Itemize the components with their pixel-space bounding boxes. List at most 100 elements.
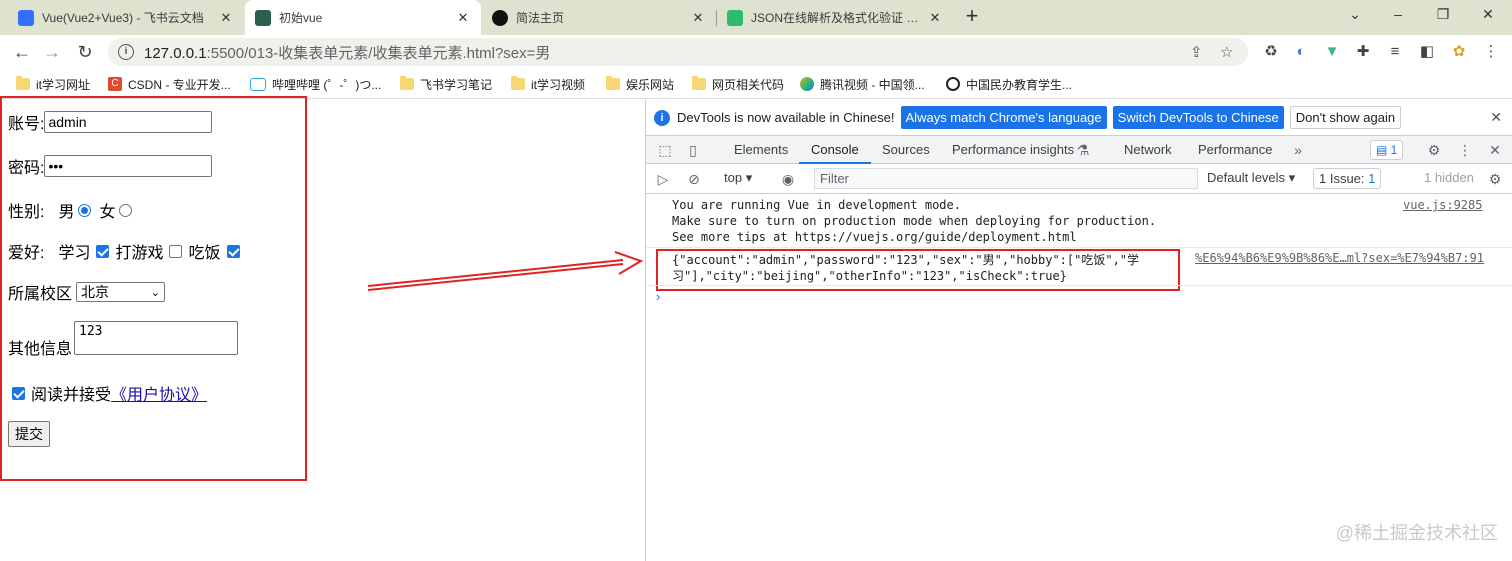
hobby-game-label: 打游戏	[115, 245, 164, 262]
submit-button[interactable]: 提交	[8, 421, 50, 447]
agree-row: 阅读并接受 《用户协议》	[8, 381, 207, 405]
tab-feishu[interactable]: Vue(Vue2+Vue3) - 飞书云文档 ✕	[8, 0, 244, 35]
bookmark-star-icon[interactable]: ☆	[1220, 43, 1233, 61]
campus-row: 所属校区 北京 ⌄	[8, 280, 166, 304]
folder-icon	[400, 76, 414, 90]
bookmark-item[interactable]: 飞书学习笔记	[400, 75, 492, 93]
bookmark-item[interactable]: it学习视频	[511, 75, 585, 93]
source-link[interactable]: vue.js:9285	[1403, 198, 1482, 212]
console-settings-gear-icon[interactable]: ⚙	[1486, 170, 1504, 188]
source-link[interactable]: %E6%94%B6%E9%9B%86%E…ml?sex=%E7%94%B7:91	[1195, 251, 1484, 265]
reload-button[interactable]: ↻	[73, 41, 97, 63]
bookmark-item[interactable]: 网页相关代码	[692, 75, 784, 93]
vue-devtools-icon[interactable]: ▼	[1323, 43, 1341, 61]
console-prompt[interactable]: ›	[656, 289, 660, 304]
bilibili-icon	[250, 77, 266, 91]
hobby-study-checkbox[interactable]	[96, 244, 110, 258]
extension-icon[interactable]: ◐	[1292, 43, 1310, 61]
tab-console[interactable]: Console	[799, 136, 871, 164]
tab-json[interactable]: JSON在线解析及格式化验证 - JS ✕	[717, 0, 953, 35]
close-icon[interactable]: ✕	[1490, 109, 1502, 126]
more-tabs-icon[interactable]: »	[1289, 141, 1307, 159]
side-panel-icon[interactable]: ◧	[1418, 43, 1436, 61]
tab-search-icon[interactable]: ⌄	[1340, 6, 1370, 28]
url-path: :5500/013-收集表单元素/收集表单元素.html?sex=男	[206, 44, 551, 62]
inspect-element-icon[interactable]: ⬚	[656, 141, 674, 159]
puzzle-extensions-icon[interactable]: ✚	[1354, 43, 1372, 61]
eye-icon[interactable]: ◉	[779, 170, 797, 188]
new-tab-button[interactable]: +	[960, 5, 984, 29]
site-info-icon[interactable]: i	[118, 44, 134, 60]
tab-performance[interactable]: Performance	[1198, 136, 1272, 164]
tab-elements[interactable]: Elements	[734, 136, 788, 164]
csdn-icon: C	[108, 77, 122, 91]
campus-select[interactable]: 北京 ⌄	[76, 282, 166, 302]
recycle-extension-icon[interactable]: ♻	[1262, 43, 1280, 61]
menu-kebab-icon[interactable]: ⋮	[1482, 43, 1500, 61]
tab-jianfa[interactable]: 简法主页 ✕	[482, 0, 716, 35]
tab-performance-insights[interactable]: Performance insights	[952, 136, 1074, 164]
maximize-button[interactable]: ❐	[1428, 6, 1458, 28]
hobby-game-checkbox[interactable]	[169, 244, 183, 258]
bookmark-label: 哔哩哔哩 (゜-゜)つ...	[272, 77, 382, 92]
minimize-button[interactable]: –	[1383, 6, 1413, 28]
submit-row: 提交	[8, 421, 50, 447]
agree-checkbox[interactable]	[12, 386, 25, 400]
messages-badge[interactable]: ▤ 1	[1370, 140, 1404, 160]
close-icon[interactable]: ✕	[455, 10, 471, 26]
always-match-language-button[interactable]: Always match Chrome's language	[900, 106, 1107, 129]
bookmark-item[interactable]: 中国民办教育学生...	[946, 75, 1072, 93]
account-input[interactable]: admin	[44, 111, 213, 133]
tab-init-vue[interactable]: 初始vue ✕	[245, 0, 481, 35]
switch-to-chinese-button[interactable]: Switch DevTools to Chinese	[1112, 106, 1284, 129]
log-line: See more tips at https://vuejs.org/guide…	[672, 230, 1077, 244]
bookmark-label: 飞书学习笔记	[420, 77, 493, 92]
context-select[interactable]: top ▾	[724, 170, 752, 186]
password-input[interactable]: •••	[44, 155, 213, 177]
close-icon[interactable]: ✕	[218, 10, 234, 26]
infobar-message: DevTools is now available in Chinese!	[677, 110, 895, 125]
female-radio[interactable]	[119, 203, 133, 217]
bookmark-item[interactable]: 娱乐网站	[606, 75, 674, 93]
close-icon[interactable]: ✕	[690, 10, 706, 26]
other-info-textarea[interactable]: 123	[74, 321, 239, 355]
sidebar-toggle-icon[interactable]: ▷	[654, 170, 672, 188]
other-info-label: 其他信息	[8, 341, 73, 358]
chevron-down-icon: ⌄	[150, 286, 161, 299]
filter-input[interactable]: Filter	[814, 168, 1198, 189]
kebab-menu-icon[interactable]: ⋮	[1456, 141, 1474, 159]
deployment-guide-link[interactable]: https://vuejs.org/guide/deployment.html	[795, 230, 1077, 244]
log-levels-value: Default levels	[1207, 170, 1286, 185]
forward-button[interactable]: →	[40, 41, 64, 63]
male-radio[interactable]	[78, 203, 92, 217]
device-toolbar-icon[interactable]: ▯	[684, 141, 702, 159]
bookmark-item[interactable]: 腾讯视频 - 中国领...	[800, 75, 925, 93]
close-window-button[interactable]: ✕	[1473, 6, 1503, 28]
reading-list-icon[interactable]: ≡	[1386, 43, 1404, 61]
clear-console-icon[interactable]: ⊘	[685, 170, 703, 188]
bookmark-item[interactable]: C CSDN - 专业开发...	[108, 75, 231, 93]
user-agreement-link[interactable]: 《用户协议》	[111, 381, 207, 405]
log-levels-select[interactable]: Default levels ▾	[1207, 170, 1295, 186]
bookmark-item[interactable]: it学习网址	[16, 75, 90, 93]
share-icon[interactable]: ⇪	[1190, 43, 1203, 61]
account-row: 账号: admin	[8, 110, 213, 134]
address-bar[interactable]: i 127.0.0.1:5500/013-收集表单元素/收集表单元素.html?…	[108, 38, 1248, 66]
flask-icon: ⚗	[1076, 142, 1090, 158]
profile-avatar-icon[interactable]: ✿	[1450, 43, 1468, 61]
url-text[interactable]: 127.0.0.1:5500/013-收集表单元素/收集表单元素.html?se…	[144, 42, 550, 63]
dont-show-again-button[interactable]: Don't show again	[1289, 106, 1402, 129]
female-label: 女	[99, 204, 116, 221]
tab-sources[interactable]: Sources	[882, 136, 930, 164]
gear-icon[interactable]: ⚙	[1425, 141, 1443, 159]
close-icon[interactable]: ✕	[927, 10, 943, 26]
issues-button[interactable]: 1 Issue: 1	[1313, 168, 1382, 189]
close-devtools-icon[interactable]: ✕	[1486, 141, 1504, 159]
issues-count: 1	[1368, 171, 1376, 186]
other-info-row: 其他信息 123	[8, 321, 239, 359]
bookmarks-bar: it学习网址 C CSDN - 专业开发... 哔哩哔哩 (゜-゜)つ... 飞书…	[0, 69, 1512, 99]
tab-network[interactable]: Network	[1124, 136, 1172, 164]
bookmark-item[interactable]: 哔哩哔哩 (゜-゜)つ...	[250, 75, 381, 93]
back-button[interactable]: ←	[10, 41, 34, 63]
hobby-eat-checkbox[interactable]	[226, 244, 240, 258]
